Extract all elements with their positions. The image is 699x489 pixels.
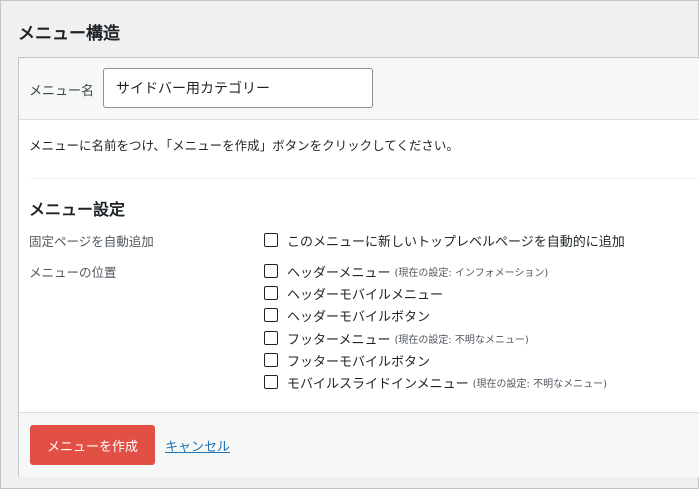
location-current-note: (現在の設定: 不明なメニュー) xyxy=(394,334,529,346)
location-option-label[interactable]: ヘッダーメニュー xyxy=(287,262,390,281)
instruction-text: メニューに名前をつけ、「メニューを作成」ボタンをクリックしてください。 xyxy=(29,138,459,153)
page-title: メニュー構造 xyxy=(18,24,120,44)
auto-add-option-label[interactable]: このメニューに新しいトップレベルページを自動的に追加 xyxy=(287,231,625,250)
menu-name-input[interactable] xyxy=(103,68,373,108)
location-checkbox[interactable] xyxy=(264,286,278,300)
location-checkbox[interactable] xyxy=(264,308,278,322)
menu-name-row: メニュー名 xyxy=(19,58,699,120)
cancel-link[interactable]: キャンセル xyxy=(165,436,230,455)
divider xyxy=(29,178,699,179)
location-checkbox[interactable] xyxy=(264,375,278,389)
menu-editor-frame: メニュー構造 メニュー名 メニューに名前をつけ、「メニューを作成」ボタンをクリッ… xyxy=(0,0,699,489)
auto-add-label: 固定ページを自動追加 xyxy=(29,234,154,249)
location-option-label[interactable]: フッターモバイルボタン xyxy=(287,351,430,370)
location-current-note: (現在の設定: インフォメーション) xyxy=(394,267,549,279)
auto-add-option[interactable]: このメニューに新しいトップレベルページを自動的に追加 xyxy=(264,231,625,250)
auto-add-checkbox[interactable] xyxy=(264,233,278,247)
location-option-header-mobile-menu[interactable]: ヘッダーモバイルメニュー xyxy=(264,284,443,303)
location-option-header-mobile-button[interactable]: ヘッダーモバイルボタン xyxy=(264,306,430,325)
location-current-note: (現在の設定: 不明なメニュー) xyxy=(472,378,607,390)
location-option-footer-menu[interactable]: フッターメニュー (現在の設定: 不明なメニュー) xyxy=(264,329,529,348)
location-option-label[interactable]: フッターメニュー xyxy=(287,329,390,348)
location-checkbox[interactable] xyxy=(264,331,278,345)
location-checkbox[interactable] xyxy=(264,264,278,278)
location-option-label[interactable]: モバイルスライドインメニュー xyxy=(287,373,469,392)
panel-footer: メニューを作成 キャンセル xyxy=(19,412,699,477)
location-option-header-menu[interactable]: ヘッダーメニュー (現在の設定: インフォメーション) xyxy=(264,262,549,281)
create-menu-button[interactable]: メニューを作成 xyxy=(30,425,155,465)
location-option-label[interactable]: ヘッダーモバイルボタン xyxy=(287,306,430,325)
location-checkbox[interactable] xyxy=(264,353,278,367)
menu-location-label: メニューの位置 xyxy=(29,265,117,280)
location-option-mobile-slidein-menu[interactable]: モバイルスライドインメニュー (現在の設定: 不明なメニュー) xyxy=(264,373,607,392)
menu-panel: メニュー名 メニューに名前をつけ、「メニューを作成」ボタンをクリックしてください… xyxy=(18,57,699,477)
location-option-footer-mobile-button[interactable]: フッターモバイルボタン xyxy=(264,351,430,370)
location-option-label[interactable]: ヘッダーモバイルメニュー xyxy=(287,284,443,303)
menu-name-label: メニュー名 xyxy=(29,84,95,99)
menu-settings-title: メニュー設定 xyxy=(29,200,126,219)
